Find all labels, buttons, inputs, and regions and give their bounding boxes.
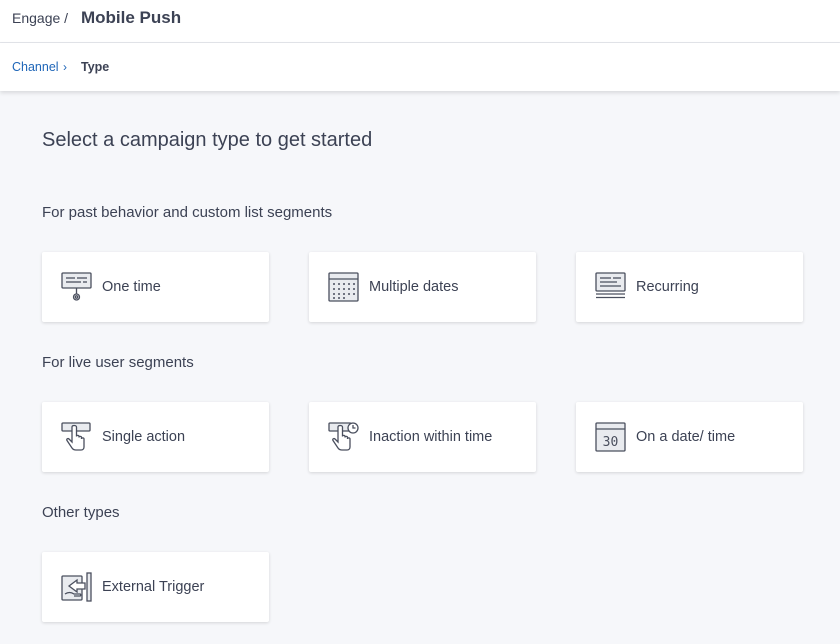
page-title: Mobile Push: [81, 8, 182, 27]
card-recurring[interactable]: Recurring: [576, 252, 803, 322]
tap-hand-clock-icon: [328, 422, 360, 452]
breadcrumb-engage[interactable]: Engage /: [12, 10, 68, 26]
card-label: On a date/ time: [636, 429, 736, 445]
calendar-grid-icon: [328, 272, 360, 302]
section-label-past-behavior: For past behavior and custom list segmen…: [42, 204, 333, 221]
svg-text:30: 30: [603, 435, 619, 450]
card-on-a-date-time[interactable]: 30 On a date/ time: [576, 402, 803, 472]
calendar-date-icon: 30: [595, 422, 627, 452]
card-one-time[interactable]: One time: [42, 252, 269, 322]
tap-hand-icon: [61, 422, 93, 452]
card-single-action[interactable]: Single action: [42, 402, 269, 472]
card-multiple-dates[interactable]: Multiple dates: [309, 252, 536, 322]
card-external-trigger[interactable]: External Trigger: [42, 552, 269, 622]
stacked-messages-icon: [595, 272, 627, 302]
chevron-right-icon: ›: [63, 60, 67, 74]
single-message-icon: [61, 272, 93, 302]
step-current: Type: [81, 60, 110, 74]
card-label: Single action: [102, 429, 186, 445]
card-inaction-within-time[interactable]: Inaction within time: [309, 402, 536, 472]
external-trigger-icon: [61, 572, 93, 602]
top-bar: Engage / Mobile Push: [0, 0, 840, 43]
card-label: Recurring: [636, 279, 699, 295]
section-label-live-segments: For live user segments: [42, 354, 194, 371]
section-label-other-types: Other types: [42, 504, 120, 521]
card-label: Multiple dates: [369, 279, 459, 295]
main-heading: Select a campaign type to get started: [42, 129, 373, 151]
card-label: One time: [102, 279, 161, 295]
card-label: External Trigger: [102, 579, 205, 595]
step-channel-link[interactable]: Channel: [12, 60, 59, 74]
step-breadcrumb: Channel › Type: [0, 43, 840, 91]
card-label: Inaction within time: [369, 429, 493, 445]
